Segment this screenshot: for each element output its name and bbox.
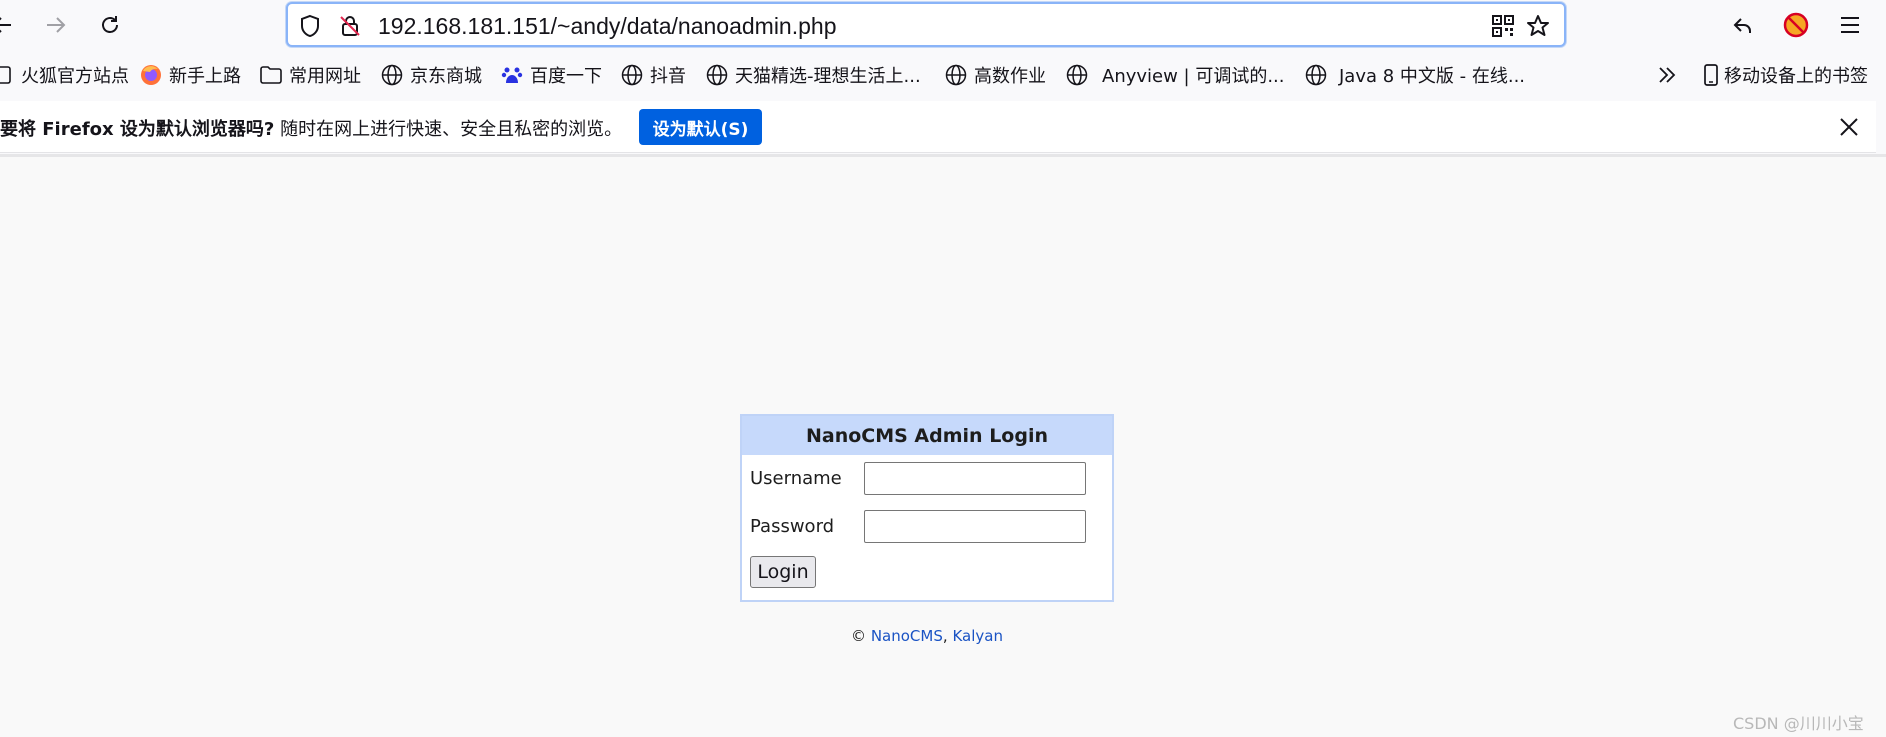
bookmark-label: 移动设备上的书签 [1724, 66, 1868, 87]
bookmark-item[interactable]: Anyview | 可调试的... [1066, 62, 1285, 88]
bookmarks-toolbar: 火狐官方站点 新手上路 常用网址 京东商城 百度一下 抖音 天猫精选-理想生活上… [0, 56, 1886, 94]
bookmark-label: 常用网址 [289, 66, 361, 87]
forward-button[interactable] [40, 9, 72, 41]
password-input[interactable] [864, 510, 1086, 543]
hamburger-menu-icon [1841, 17, 1859, 33]
bookmark-item[interactable]: 火狐官方站点 [0, 62, 129, 88]
page-content: NanoCMS Admin Login Username Password Lo… [0, 157, 1886, 737]
reload-button[interactable] [94, 9, 126, 41]
blocked-extension-icon [1783, 12, 1809, 38]
globe-icon [381, 64, 403, 86]
bookmark-label: 天猫精选-理想生活上... [735, 66, 921, 87]
bookmarks-overflow-button[interactable] [1656, 62, 1678, 88]
bookmark-folder[interactable]: 常用网址 [260, 62, 361, 88]
chevron-double-right-icon [1659, 67, 1676, 83]
login-title: NanoCMS Admin Login [742, 416, 1112, 455]
bookmark-mobile-folder[interactable]: 移动设备上的书签 [1700, 62, 1868, 88]
bookmark-item[interactable]: 百度一下 [501, 62, 602, 88]
watermark: CSDN @川川小宝 [1733, 714, 1864, 733]
login-form: NanoCMS Admin Login Username Password Lo… [740, 414, 1114, 602]
bookmark-item[interactable]: 新手上路 [140, 62, 241, 88]
star-bookmark-icon[interactable] [1526, 14, 1550, 38]
bookmark-label: 高数作业 [974, 66, 1046, 87]
notification-message: 随时在网上进行快速、安全且私密的浏览。 [280, 119, 623, 140]
globe-icon [621, 64, 643, 86]
globe-icon [945, 64, 967, 86]
close-icon [1840, 118, 1858, 136]
close-notification-button[interactable] [1836, 114, 1862, 140]
footer-separator: , [942, 627, 948, 645]
bookmark-label: Anyview | 可调试的... [1102, 66, 1285, 87]
extension-button[interactable] [1780, 9, 1812, 41]
bookmark-label: Java 8 中文版 - 在线... [1339, 66, 1526, 87]
login-button[interactable]: Login [750, 556, 816, 588]
menu-button[interactable] [1834, 9, 1866, 41]
back-button[interactable] [0, 9, 18, 41]
bookmark-label: 百度一下 [530, 66, 602, 87]
reload-icon [102, 16, 118, 33]
default-browser-notification: 要将 Firefox 设为默认浏览器吗? 随时在网上进行快速、安全且私密的浏览。… [0, 101, 1876, 153]
copyright-symbol: © [851, 627, 867, 645]
arrow-left-icon [0, 17, 11, 33]
qr-code-icon[interactable] [1491, 14, 1515, 38]
bookmark-label: 火狐官方站点 [21, 66, 129, 87]
nanocms-link[interactable]: NanoCMS [871, 627, 943, 645]
folder-icon [260, 64, 282, 86]
bookmark-item[interactable]: 天猫精选-理想生活上... [706, 62, 921, 88]
password-label: Password [750, 516, 835, 537]
bookmark-label: 新手上路 [169, 66, 241, 87]
notification-text: 要将 Firefox 设为默认浏览器吗? 随时在网上进行快速、安全且私密的浏览。 [0, 115, 622, 141]
mobile-icon [1700, 64, 1722, 86]
bookmark-item[interactable]: 抖音 [621, 62, 686, 88]
baidu-icon [501, 64, 523, 86]
url-bar[interactable]: 192.168.181.151/~andy/data/nanoadmin.php [286, 2, 1566, 47]
browser-toolbar: 192.168.181.151/~andy/data/nanoadmin.php [0, 0, 1886, 50]
bookmark-item[interactable]: 京东商城 [381, 62, 482, 88]
insecure-lock-icon[interactable] [338, 14, 362, 38]
back-history-button[interactable] [1727, 9, 1759, 41]
bookmark-label: 抖音 [650, 66, 686, 87]
firefox-icon [140, 64, 162, 86]
url-text[interactable]: 192.168.181.151/~andy/data/nanoadmin.php [378, 13, 836, 40]
footer: © NanoCMS, Kalyan [0, 627, 1854, 645]
globe-icon [1066, 64, 1088, 86]
kalyan-link[interactable]: Kalyan [952, 627, 1003, 645]
username-input[interactable] [864, 462, 1086, 495]
username-label: Username [750, 468, 842, 489]
arrow-right-icon [47, 17, 66, 33]
globe-icon [1305, 64, 1327, 86]
globe-icon [706, 64, 728, 86]
undo-arrow-icon [1733, 18, 1751, 33]
set-default-button[interactable]: 设为默认(S) [639, 109, 762, 145]
notification-question: 要将 Firefox 设为默认浏览器吗? [0, 119, 275, 140]
shield-icon[interactable] [298, 14, 322, 38]
bookmark-label: 京东商城 [410, 66, 482, 87]
bookmark-item[interactable]: 高数作业 [945, 62, 1046, 88]
bookmark-page-icon [0, 64, 14, 86]
bookmark-item[interactable]: Java 8 中文版 - 在线... [1305, 62, 1525, 88]
